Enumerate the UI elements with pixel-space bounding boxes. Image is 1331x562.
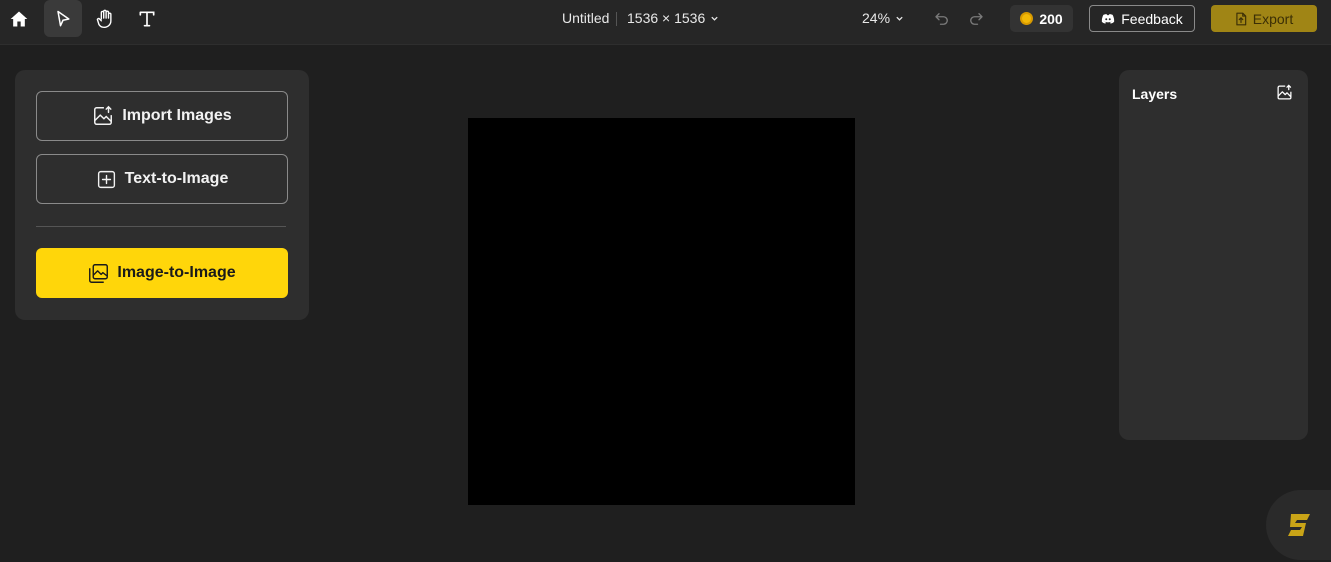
zoom-dropdown[interactable]: 24%: [862, 10, 904, 26]
text-to-image-label: Text-to-Image: [124, 170, 229, 187]
layers-panel: Layers: [1119, 70, 1308, 440]
document-title[interactable]: Untitled: [562, 10, 609, 26]
home-icon: [10, 11, 28, 26]
brand-logo-icon: [1288, 514, 1310, 536]
select-tool-button[interactable]: [44, 0, 82, 37]
zoom-value: 24%: [862, 10, 891, 26]
image-upload-icon: [94, 105, 113, 125]
text-tool-button[interactable]: [128, 0, 166, 37]
title-separator: [616, 12, 617, 26]
undo-icon: [935, 13, 948, 25]
credits-count: 200: [1039, 10, 1063, 27]
coin-icon: [1020, 12, 1034, 25]
image-stack-icon: [89, 263, 109, 283]
brand-assistant-button[interactable]: [1266, 490, 1331, 560]
feedback-label: Feedback: [1121, 10, 1183, 27]
canvas-size-value: 1536 × 1536: [627, 10, 706, 26]
canvas-size-dropdown[interactable]: 1536 × 1536: [627, 10, 719, 26]
select-pointer-icon: [57, 10, 70, 26]
undo-button[interactable]: [931, 9, 953, 29]
chevron-down-icon: [896, 16, 903, 21]
text-to-image-button[interactable]: Text-to-Image: [36, 154, 288, 204]
import-images-label: Import Images: [122, 107, 232, 124]
panel-divider: [36, 226, 286, 227]
pan-tool-button[interactable]: [86, 0, 124, 37]
image-to-image-button[interactable]: Image-to-Image: [36, 248, 288, 298]
export-file-icon: [1236, 12, 1247, 25]
image-upload-icon: [1277, 84, 1292, 100]
credits-badge[interactable]: 200: [1010, 5, 1073, 32]
generation-panel: Import Images Text-to-Image Image-to-Ima…: [15, 70, 309, 320]
feedback-button[interactable]: Feedback: [1089, 5, 1195, 32]
hand-pan-icon: [96, 9, 112, 28]
image-to-image-label: Image-to-Image: [117, 264, 236, 281]
layers-add-image-button[interactable]: [1276, 84, 1294, 102]
artboard-canvas[interactable]: [468, 118, 855, 505]
home-button[interactable]: [0, 0, 38, 37]
add-square-icon: [97, 170, 115, 188]
redo-button[interactable]: [965, 9, 987, 29]
export-button[interactable]: Export: [1211, 5, 1317, 32]
layers-title: Layers: [1132, 86, 1178, 102]
import-images-button[interactable]: Import Images: [36, 91, 288, 141]
redo-icon: [970, 13, 983, 25]
chevron-down-icon: [711, 16, 718, 21]
top-toolbar: Untitled 1536 × 1536 24% 200 Feedback Ex…: [0, 0, 1331, 45]
text-tool-icon: [139, 11, 155, 26]
discord-icon: [1102, 13, 1115, 24]
export-label: Export: [1252, 10, 1294, 27]
